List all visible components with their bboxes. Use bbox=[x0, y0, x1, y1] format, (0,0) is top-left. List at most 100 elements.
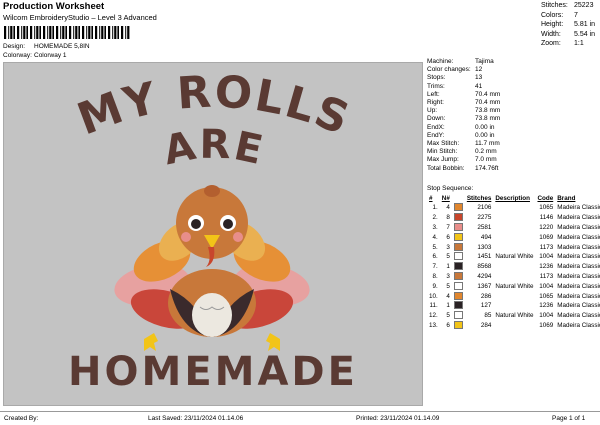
color-swatch-cell bbox=[452, 271, 465, 282]
summary-value: 7 bbox=[574, 11, 578, 19]
meta-design-row: Design: HOMEMADE 5,8IN bbox=[3, 42, 90, 51]
machine-label: Max Stitch: bbox=[427, 140, 460, 148]
barcode-bar bbox=[4, 26, 7, 39]
needle-number: 3 bbox=[446, 243, 450, 251]
stop-index: 6. bbox=[432, 253, 438, 261]
barcode-bar bbox=[60, 26, 62, 39]
embroidery-design: MY ROLLS ARE HOMEMADE bbox=[68, 66, 356, 395]
barcode-bar bbox=[56, 26, 59, 39]
barcode-bar bbox=[49, 26, 52, 39]
barcode-bar bbox=[75, 26, 78, 39]
barcode-bar bbox=[8, 26, 10, 39]
machine-value: 73.8 mm bbox=[475, 107, 501, 115]
barcode-bar bbox=[52, 26, 54, 39]
col-header: N# bbox=[441, 195, 450, 202]
machine-row: EndY: 0.00 in bbox=[427, 132, 500, 140]
stitch-count: 127 bbox=[480, 302, 492, 310]
stitch-count: 4294 bbox=[477, 272, 492, 280]
barcode-bar bbox=[95, 26, 98, 39]
barcode-bar bbox=[69, 26, 72, 39]
thread-code: 1236 bbox=[539, 302, 554, 310]
thread-code: 1220 bbox=[539, 223, 554, 231]
machine-value: 13 bbox=[475, 74, 483, 82]
machine-row: Down: 73.8 mm bbox=[427, 115, 500, 123]
machine-label: Color changes: bbox=[427, 66, 471, 74]
thread-description bbox=[493, 242, 535, 252]
machine-label: Machine: bbox=[427, 58, 454, 65]
created-by: Created By: bbox=[4, 415, 39, 422]
table-row: 10. 4 286 1065Madeira Classic 40 bbox=[427, 291, 600, 301]
needle-number: 8 bbox=[446, 214, 450, 222]
meta-colorway-row: Colorway: Colorway 1 bbox=[3, 51, 90, 60]
summary-value: 5.54 in bbox=[574, 30, 596, 38]
barcode-bar bbox=[36, 26, 39, 39]
barcode-bar bbox=[101, 26, 104, 39]
summary-value: 5.81 in bbox=[574, 21, 596, 29]
machine-row: Stops: 13 bbox=[427, 74, 500, 82]
barcode-bar bbox=[127, 26, 130, 39]
turkey-illustration bbox=[114, 185, 310, 351]
table-row: 13. 6 284 1069Madeira Classic 40 bbox=[427, 320, 600, 331]
summary-row: Height: 5.81 in bbox=[541, 20, 595, 30]
barcode-bar bbox=[10, 26, 13, 39]
barcode-bar bbox=[108, 26, 111, 39]
color-swatch bbox=[453, 271, 463, 280]
barcode bbox=[4, 26, 130, 39]
barcode-bar bbox=[104, 26, 106, 39]
thread-code: 1146 bbox=[539, 214, 554, 222]
table-row: 4. 6 494 1069Madeira Classic 40 bbox=[427, 232, 600, 242]
thread-code: 1173 bbox=[539, 243, 554, 251]
thread-description bbox=[493, 272, 535, 282]
printed-date: Printed: 23/11/2024 01.14.09 bbox=[356, 415, 440, 422]
machine-row: Total Bobbin: 174.76ft bbox=[427, 165, 500, 173]
stitch-count: 1303 bbox=[477, 243, 492, 251]
design-summary: Stitches: 25223 Colors: 7 Height: 5.81 in W… bbox=[541, 1, 595, 49]
stop-sequence-title: Stop Sequence: bbox=[427, 185, 474, 192]
machine-value: 70.4 mm bbox=[475, 99, 501, 107]
thread-brand: Madeira Classic 40 bbox=[557, 214, 600, 222]
table-row: 7. 1 8568 1236Madeira Classic 40 bbox=[427, 262, 600, 272]
stitch-count: 2106 bbox=[477, 204, 492, 212]
col-header bbox=[452, 194, 465, 203]
thread-brand: Madeira Classic 40 bbox=[557, 282, 600, 290]
software-name: Wilcom EmbroideryStudio – Level 3 Advanc… bbox=[3, 13, 157, 22]
machine-label: Down: bbox=[427, 115, 446, 123]
machine-row: Trims: 41 bbox=[427, 83, 500, 91]
summary-label: Stitches: bbox=[541, 2, 568, 9]
color-swatch bbox=[453, 222, 463, 231]
table-row: 9. 5 1367 Natural White 1004 Madeira Classic … bbox=[427, 281, 600, 291]
color-swatch bbox=[453, 213, 463, 222]
thread-description bbox=[493, 203, 535, 213]
thread-code: 1004 bbox=[539, 282, 554, 290]
summary-label: Height: bbox=[541, 21, 564, 29]
thread-description: Natural White bbox=[495, 282, 534, 290]
machine-value: Tajima bbox=[475, 58, 494, 65]
thread-code: 1004 bbox=[539, 253, 554, 261]
table-row: 8. 3 4294 1173Madeira Classic 40 bbox=[427, 271, 600, 282]
machine-value: 70.4 mm bbox=[475, 90, 501, 98]
machine-label: EndX: bbox=[427, 123, 445, 131]
table-row: 2. 8 2275 1146Madeira Classic 40 bbox=[427, 213, 600, 223]
needle-number: 4 bbox=[446, 204, 450, 212]
thread-code: 1069 bbox=[539, 321, 554, 329]
barcode-bar bbox=[73, 26, 75, 39]
last-saved: Last Saved: 23/11/2024 01.14.06 bbox=[148, 415, 244, 422]
barcode-bar bbox=[121, 26, 124, 39]
color-swatch-cell bbox=[452, 222, 465, 233]
machine-value: 73.8 mm bbox=[475, 115, 501, 123]
thread-brand: Madeira Classic 40 bbox=[557, 233, 600, 241]
thread-description bbox=[493, 301, 535, 311]
color-swatch-cell bbox=[452, 281, 465, 291]
machine-row: EndX: 0.00 in bbox=[427, 124, 500, 132]
machine-row: Max Jump: 7.0 mm bbox=[427, 156, 500, 164]
thread-brand: Madeira Classic 40 bbox=[557, 321, 600, 329]
worksheet-title: Production Worksheet bbox=[3, 1, 105, 12]
needle-number: 6 bbox=[446, 233, 450, 241]
color-swatch bbox=[453, 242, 463, 251]
color-swatch-cell bbox=[452, 252, 465, 262]
machine-row: Right: 70.4 mm bbox=[427, 99, 500, 107]
col-header: Code bbox=[537, 195, 554, 202]
stop-index: 3. bbox=[432, 223, 438, 231]
table-row: 11. 1 127 1236Madeira Classic 40 bbox=[427, 301, 600, 311]
summary-row: Stitches: 25223 bbox=[541, 1, 595, 11]
